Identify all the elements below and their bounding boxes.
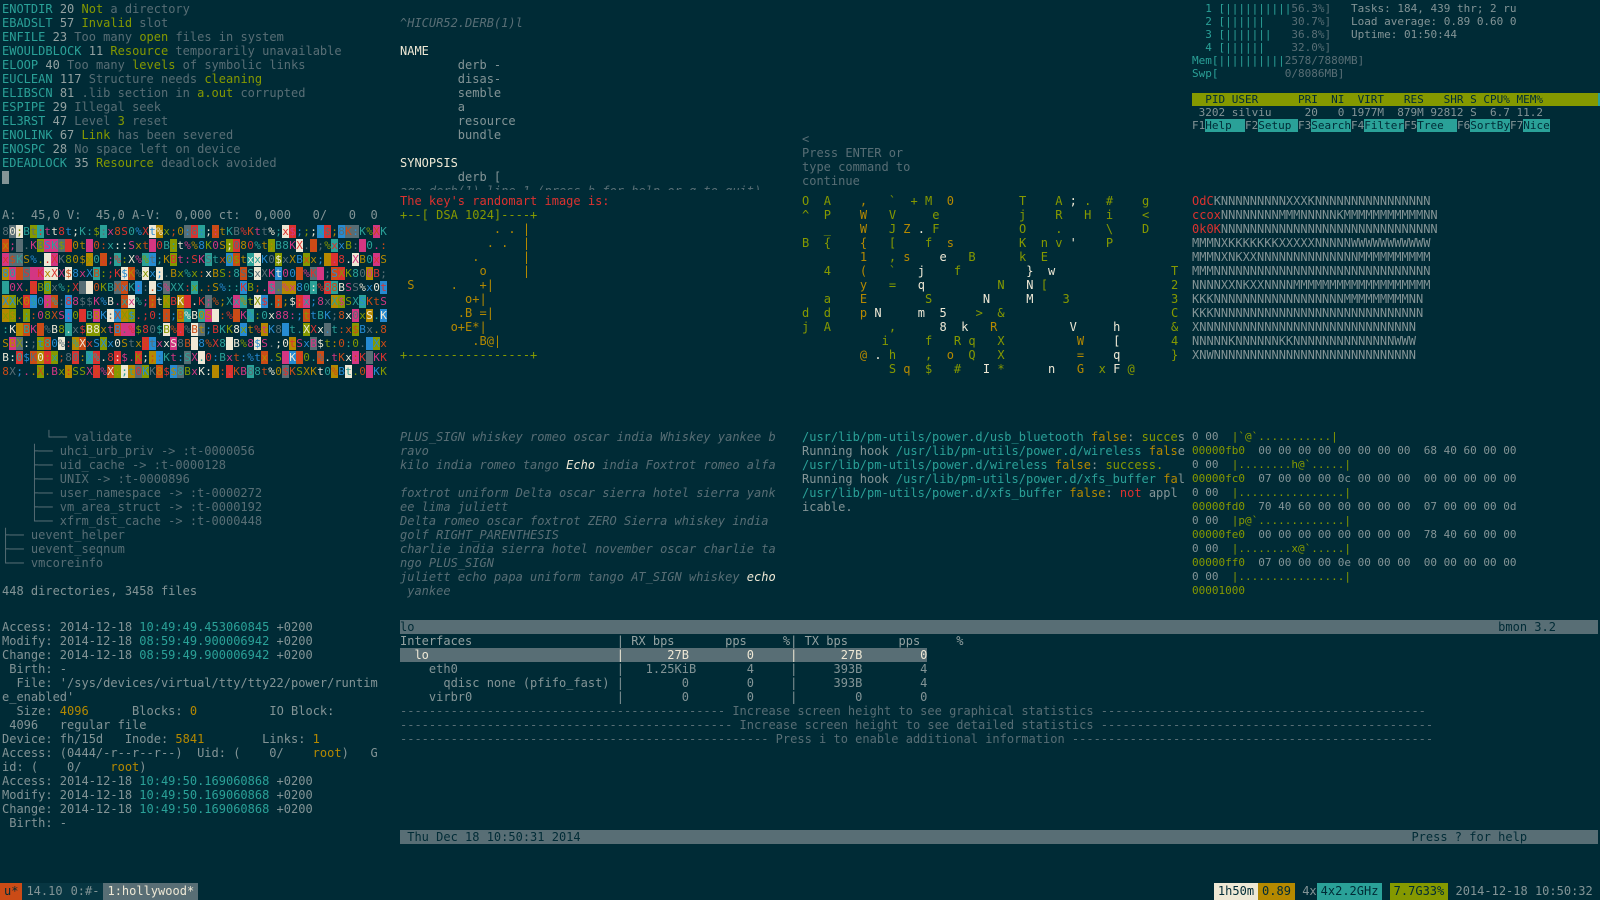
status-load: 0.89 bbox=[1258, 883, 1295, 900]
status-uptime: 1h50m bbox=[1214, 883, 1258, 900]
ssh-randomart-pane: The key's randomart image is: +--[ DSA 1… bbox=[398, 192, 796, 426]
phonetic-pane: PLUS_SIGN whiskey romeo oscar india Whis… bbox=[398, 428, 796, 614]
bmon-row[interactable]: virbr0 | 0 0 | 0 0 bbox=[400, 690, 927, 704]
status-pane: 0:#- bbox=[67, 883, 104, 900]
bmon-footer: Thu Dec 18 10:50:31 2014 Press ? for hel… bbox=[400, 830, 1598, 844]
matrix-pane: O A , ` + M 0 T A ; . # g ! ^ P W V e j … bbox=[800, 192, 1186, 426]
binvis-pane: OdCKNNNNNNNNNXXXKNNNNNNNNNNNNNNNN ccoxNN… bbox=[1190, 192, 1600, 426]
htop-header: PID USER PRI NI VIRT RES SHR S CPU% MEM% bbox=[1192, 93, 1598, 106]
man-body: derb - disas- semble a resource bundle bbox=[400, 58, 516, 142]
av-pane: A: 45,0 V: 45,0 A-V: 0,000 ct: 0,000 0/ … bbox=[0, 192, 396, 426]
bmon-row[interactable]: eth0 | 1.25KiB 4 | 393B 4 bbox=[400, 662, 927, 676]
bc-line2: type command to bbox=[802, 160, 910, 174]
htop-function-keys[interactable]: F1Help F2Setup F3SearchF4FilterF5Tree F6… bbox=[1192, 119, 1550, 132]
bmon-header: Interfaces | RX bps pps %| TX bps pps % bbox=[400, 634, 964, 648]
stat-pane: Access: 2014-12-18 10:49:49.453060845 +0… bbox=[0, 618, 396, 884]
status-cpu-prefix: 4x bbox=[1302, 884, 1316, 898]
status-window[interactable]: 1:hollywood* bbox=[103, 883, 198, 900]
htop-pane[interactable]: 1 [||||||||||56.3%] Tasks: 184, 439 thr;… bbox=[1190, 0, 1600, 190]
av-header: A: 45,0 V: 45,0 A-V: 0,000 ct: 0,000 0/ … bbox=[2, 208, 378, 222]
status-right: 1h50m0.89 4x4x2.2GHz 7.7G33% 2014-12-18 … bbox=[1214, 883, 1600, 900]
man-title: ^HICUR52.DERB(1)l bbox=[400, 16, 523, 30]
tree-pane: └── validate ├── uhci_urb_priv -> :t-000… bbox=[0, 428, 396, 614]
av-visualizer: 80;Bt:tt8t;K:$:x8S0%Xt%x;0:8:;:tKB%Ktt%;… bbox=[2, 224, 394, 378]
bc-lt: < bbox=[802, 132, 809, 146]
bc-line3: continue bbox=[802, 174, 860, 188]
man-name-heading: NAME bbox=[400, 44, 429, 58]
bc-pane[interactable]: < Press ENTER or type command to continu… bbox=[800, 0, 1186, 190]
man-pane[interactable]: ^HICUR52.DERB(1)l NAME derb - disas- sem… bbox=[398, 0, 796, 190]
status-cpu: 4x2.2GHz bbox=[1317, 883, 1383, 900]
bmon-row-selected[interactable]: lo | 27B 0 | 27B 0 bbox=[400, 648, 927, 662]
pm-log-pane: /usr/lib/pm-utils/power.d/usb_bluetooth … bbox=[800, 428, 1186, 614]
errno-pane: ENOTDIR 20 Not a directory EBADSLT 57 In… bbox=[0, 0, 396, 190]
status-user: u* bbox=[0, 883, 22, 900]
man-footer: age derb(1) line 1 (press h for help or … bbox=[400, 184, 761, 190]
man-synopsis-heading: SYNOPSIS bbox=[400, 156, 458, 170]
status-mem: 7.7G33% bbox=[1390, 883, 1449, 900]
status-date: 2014-12-18 10:50:32 bbox=[1455, 884, 1592, 898]
tmux-status-bar[interactable]: u* 14.10 0:#- 1:hollywood* 1h50m0.89 4x4… bbox=[0, 883, 1600, 900]
status-left: u* 14.10 0:#- 1:hollywood* bbox=[0, 883, 198, 900]
htop-row[interactable]: 3202 silviu 20 0 1977M 879M 92812 S 6.7 … bbox=[1192, 106, 1543, 119]
hexdump-pane: 0 00 |`@`...........| 00000fb0 00 00 00 … bbox=[1190, 428, 1600, 614]
bc-line1: Press ENTER or bbox=[802, 146, 903, 160]
man-synopsis-body: derb [ bbox=[400, 170, 501, 184]
status-version: 14.10 bbox=[22, 883, 66, 900]
bmon-row[interactable]: qdisc none (pfifo_fast) | 0 0 | 393B 4 bbox=[400, 676, 927, 690]
bmon-pane[interactable]: lo bmon 3.2Interfaces | RX bps bbox=[398, 618, 1600, 884]
bmon-title: lo bmon 3.2 bbox=[400, 620, 1598, 634]
